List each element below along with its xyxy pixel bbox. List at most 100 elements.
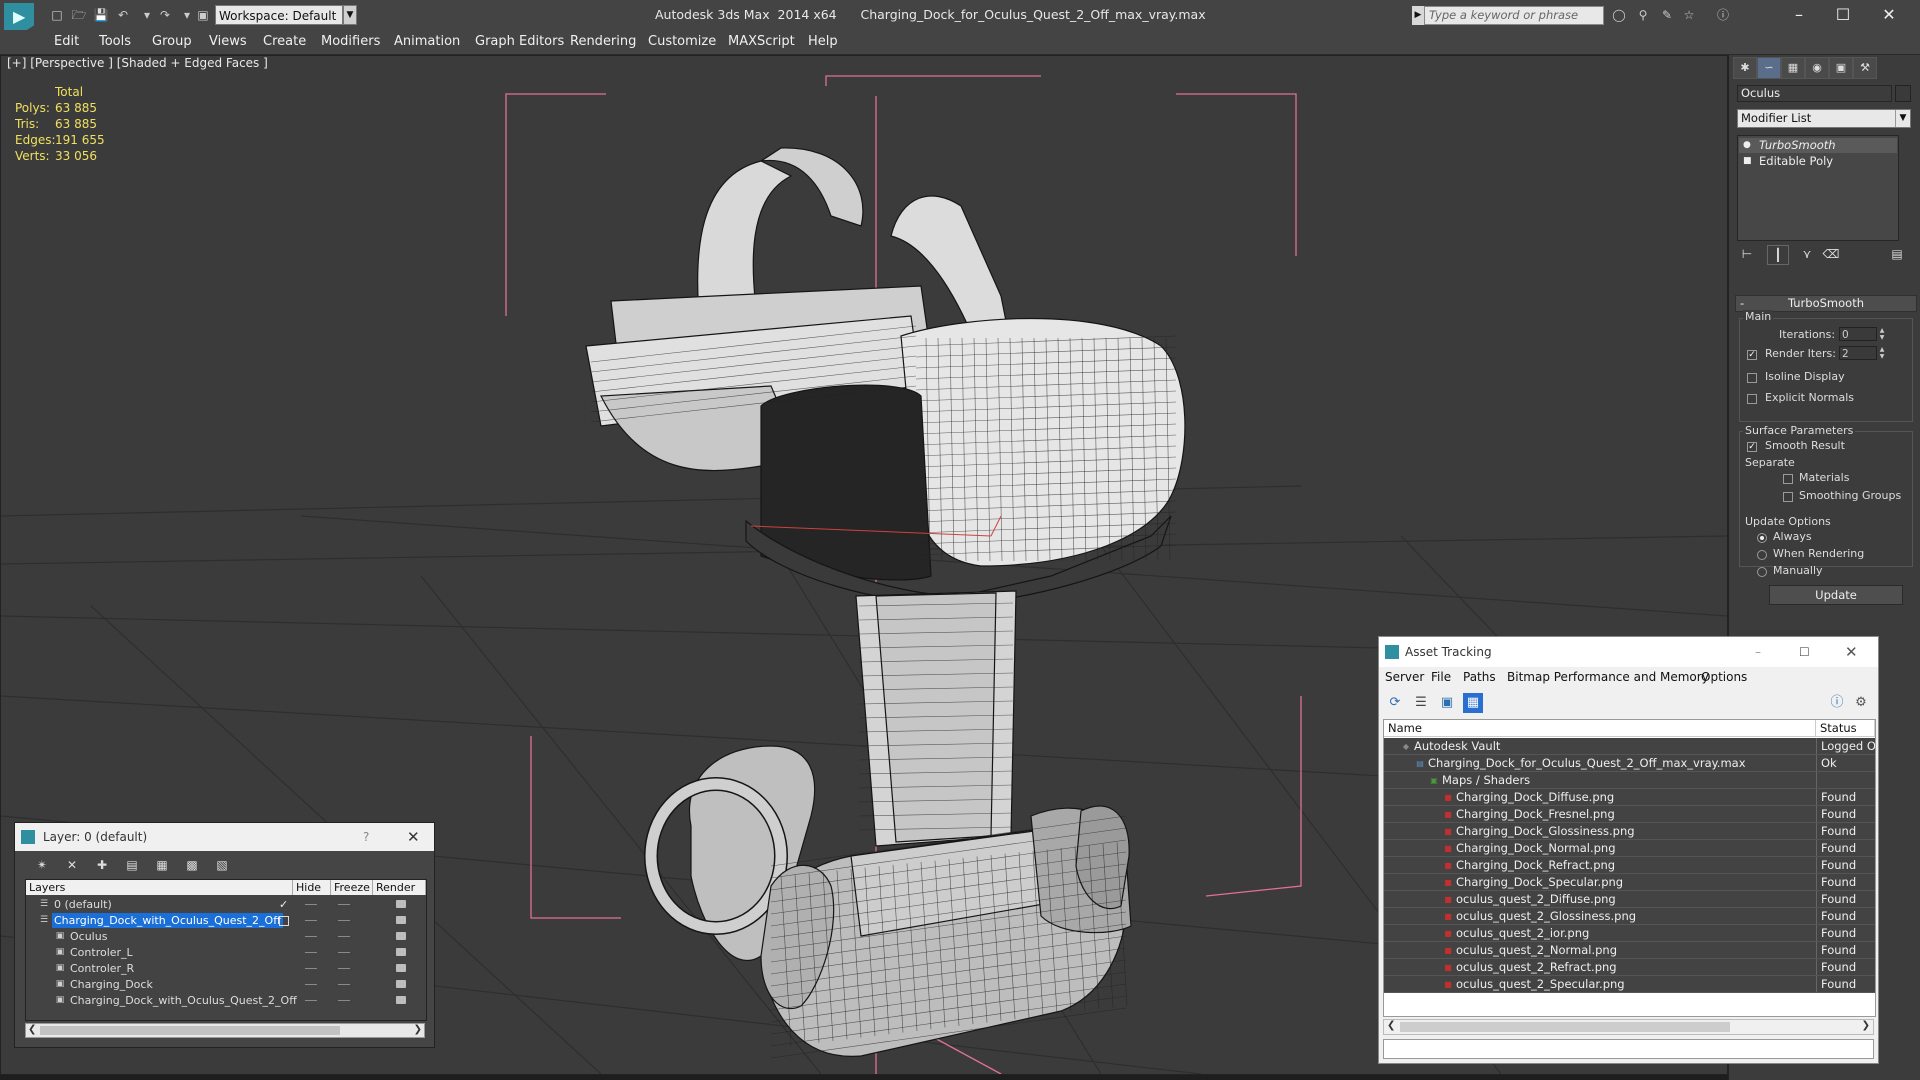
freeze-toggle[interactable] [338, 1000, 350, 1001]
maximize-icon[interactable]: ☐ [1799, 637, 1810, 667]
always-radio[interactable] [1757, 533, 1767, 543]
asset-row[interactable]: ■ Charging_Dock_Fresnel.png Found [1384, 806, 1875, 823]
menu-group[interactable]: Group [152, 34, 192, 49]
help-icon[interactable]: ? [363, 823, 369, 851]
asset-row[interactable]: ■ Charging_Dock_Refract.png Found [1384, 857, 1875, 874]
layer-name[interactable]: Charging_Dock_with_Oculus_Quest_2_Off [68, 993, 299, 1008]
chevron-down-icon[interactable]: ▼ [343, 5, 357, 25]
asset-row[interactable]: ■ Charging_Dock_Glossiness.png Found [1384, 823, 1875, 840]
manually-radio[interactable] [1757, 567, 1767, 577]
layer-name[interactable]: Oculus [68, 929, 109, 944]
layer-name[interactable]: Controler_R [68, 961, 136, 976]
motion-tab-icon[interactable]: ◉ [1805, 57, 1829, 79]
asset-row[interactable]: ■ Charging_Dock_Diffuse.png Found [1384, 789, 1875, 806]
layer-name[interactable]: Charging_Dock [68, 977, 155, 992]
asset-row[interactable]: ■ oculus_quest_2_ior.png Found [1384, 925, 1875, 942]
close-icon[interactable]: ✕ [1874, 4, 1904, 26]
modifier-list-dropdown[interactable]: Modifier List ▼ [1737, 109, 1911, 128]
modify-tab-icon[interactable]: ∽ [1757, 57, 1781, 79]
asset-row[interactable]: ■ oculus_quest_2_Diffuse.png Found [1384, 891, 1875, 908]
menu-animation[interactable]: Animation [394, 34, 460, 49]
asset-row[interactable]: ▤ Charging_Dock_for_Oculus_Quest_2_Off_ma… [1384, 755, 1875, 772]
hide-toggle[interactable] [305, 984, 317, 985]
asset-row[interactable]: ■ Charging_Dock_Normal.png Found [1384, 840, 1875, 857]
scroll-right-icon[interactable]: ❯ [1862, 1020, 1870, 1031]
menu-customize[interactable]: Customize [648, 34, 716, 49]
layer-name[interactable]: Controler_L [68, 945, 135, 960]
asset-row[interactable]: ■ oculus_quest_2_Normal.png Found [1384, 942, 1875, 959]
update-button[interactable]: Update [1769, 585, 1903, 605]
utilities-tab-icon[interactable]: ⚒ [1853, 57, 1877, 79]
column-layers[interactable]: Layers [26, 880, 293, 895]
binoculars-icon[interactable]: ◯ [1610, 8, 1628, 22]
maximize-icon[interactable]: ☐ [1828, 4, 1858, 26]
asset-row[interactable]: ■ oculus_quest_2_Specular.png Found [1384, 976, 1875, 993]
asset-row[interactable]: ■ oculus_quest_2_Glossiness.png Found [1384, 908, 1875, 925]
scroll-left-icon[interactable]: ❮ [1387, 1020, 1395, 1031]
layer-row[interactable]: ▣ Oculus [27, 929, 425, 944]
freeze-toggle[interactable] [338, 920, 350, 921]
select-objects-icon[interactable]: ▤ [121, 855, 143, 875]
search-expand-icon[interactable]: ▶ [1412, 6, 1424, 25]
asset-dialog-titlebar[interactable]: Asset Tracking – ☐ ✕ [1379, 637, 1878, 667]
asset-row[interactable]: ◆ Autodesk Vault Logged O [1384, 738, 1875, 755]
help-icon[interactable]: ⓘ [1714, 8, 1732, 22]
asset-row[interactable]: ▣ Maps / Shaders [1384, 772, 1875, 789]
iterations-spinner[interactable]: 0 [1839, 327, 1877, 341]
scroll-left-icon[interactable]: ❮ [28, 1024, 36, 1035]
scrollbar-thumb[interactable] [40, 1026, 340, 1035]
menu-help[interactable]: Help [808, 34, 838, 49]
configure-sets-icon[interactable]: ▤ [1887, 245, 1907, 263]
layer-row[interactable]: ▣ Charging_Dock [27, 977, 425, 992]
column-status[interactable]: Status [1816, 720, 1875, 737]
freeze-toggle[interactable] [338, 952, 350, 953]
render-iters-spinner[interactable]: 2 [1839, 346, 1877, 360]
close-icon[interactable]: ✕ [1845, 637, 1858, 667]
menu-rendering[interactable]: Rendering [570, 34, 636, 49]
hide-all-icon[interactable]: ▩ [181, 855, 203, 875]
menu-paths[interactable]: Paths [1463, 670, 1496, 684]
render-teapot-icon[interactable] [396, 964, 406, 972]
horizontal-scrollbar[interactable]: ❮ ❯ [1383, 1019, 1874, 1035]
layer-name[interactable]: 0 (default) [52, 897, 114, 912]
key-icon[interactable]: ⚲ [1634, 8, 1652, 22]
layer-name[interactable]: Charging_Dock_with_Oculus_Quest_2_Off [52, 913, 283, 928]
render-teapot-icon[interactable] [396, 916, 406, 924]
object-name-field[interactable]: Oculus [1737, 85, 1892, 102]
new-file-icon[interactable]: □ [48, 8, 66, 22]
lightbulb-icon[interactable]: ● [1743, 140, 1751, 150]
open-folder-icon[interactable]: 🗁 [70, 8, 88, 22]
render-iters-checkbox[interactable]: ✓ [1747, 350, 1757, 360]
stack-item-editable-poly[interactable]: ■ Editable Poly [1739, 154, 1897, 169]
isoline-display-checkbox[interactable] [1747, 373, 1757, 383]
minimize-icon[interactable]: – [1784, 4, 1814, 26]
layer-row[interactable]: ▣ Controler_L [27, 945, 425, 960]
spinner-arrows-icon[interactable]: ▲ ▼ [1878, 327, 1886, 341]
column-freeze[interactable]: Freeze [331, 880, 373, 895]
create-layer-icon[interactable]: ✴ [31, 855, 53, 875]
smoothing-groups-checkbox[interactable] [1783, 492, 1793, 502]
hide-toggle[interactable] [305, 904, 317, 905]
scrollbar-thumb[interactable] [1400, 1022, 1730, 1032]
asset-path-field[interactable] [1383, 1039, 1874, 1059]
explicit-normals-checkbox[interactable] [1747, 394, 1757, 404]
hide-toggle[interactable] [305, 936, 317, 937]
layer-row[interactable]: ☰ Charging_Dock_with_Oculus_Quest_2_Off [27, 913, 425, 928]
viewport-label[interactable]: [+] [Perspective ] [Shaded + Edged Faces… [7, 56, 268, 70]
show-end-result-icon[interactable]: ┃ [1767, 245, 1789, 265]
render-teapot-icon[interactable] [396, 900, 406, 908]
undo-dropdown-icon[interactable]: ▾ [138, 8, 156, 22]
app-menu-button[interactable]: ▶ [4, 3, 34, 33]
asset-row[interactable]: ■ Charging_Dock_Specular.png Found [1384, 874, 1875, 891]
add-to-layer-icon[interactable]: ✚ [91, 855, 113, 875]
column-name[interactable]: Name [1384, 720, 1816, 737]
create-tab-icon[interactable]: ✱ [1733, 57, 1757, 79]
layer-dialog-titlebar[interactable]: Layer: 0 (default) ? ✕ [15, 823, 434, 851]
workspace-dropdown[interactable]: Workspace: Default [215, 5, 343, 25]
modifier-stack[interactable]: ● TurboSmooth ■ Editable Poly [1737, 135, 1899, 241]
freeze-toggle[interactable] [338, 936, 350, 937]
hide-toggle[interactable] [305, 952, 317, 953]
project-folder-icon[interactable]: ▣ [194, 8, 212, 22]
current-layer-check-icon[interactable]: ✓ [279, 897, 288, 912]
scroll-right-icon[interactable]: ❯ [414, 1024, 422, 1035]
